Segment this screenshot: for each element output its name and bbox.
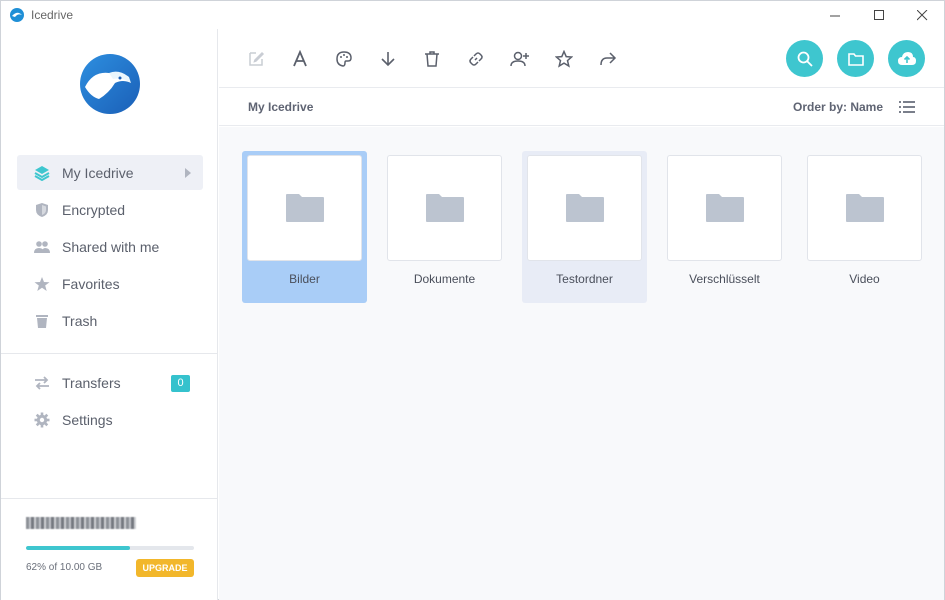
- link-button[interactable]: [465, 48, 487, 70]
- minimize-icon: [829, 15, 840, 16]
- search-icon: [797, 51, 813, 67]
- search-button[interactable]: [786, 40, 823, 77]
- download-button[interactable]: [377, 48, 399, 70]
- toolbar: [219, 29, 944, 88]
- sidebar-item-label: Encrypted: [62, 202, 126, 218]
- shield-icon: [36, 203, 48, 217]
- sidebar-item-label: My Icedrive: [62, 165, 134, 181]
- main-nav: My Icedrive Encrypted Shared with me Fav…: [17, 155, 203, 340]
- upload-icon: [897, 51, 916, 65]
- folder-tile[interactable]: Testordner: [522, 151, 647, 303]
- breadcrumb[interactable]: My Icedrive: [248, 100, 313, 114]
- download-icon: [381, 52, 395, 67]
- minimize-button[interactable]: [813, 1, 857, 29]
- add-user-button[interactable]: [509, 48, 531, 70]
- sidebar-item-my-icedrive[interactable]: My Icedrive: [17, 155, 203, 190]
- maximize-icon: [873, 9, 884, 20]
- new-folder-icon: [847, 52, 864, 66]
- account-email-redacted: [26, 517, 136, 531]
- sidebar-item-label: Settings: [62, 412, 113, 428]
- gear-icon: [34, 412, 50, 428]
- folder-thumbnail: [807, 155, 922, 261]
- folder-name: Dokumente: [413, 272, 476, 286]
- sidebar: My Icedrive Encrypted Shared with me Fav…: [1, 29, 218, 600]
- sidebar-item-favorites[interactable]: Favorites: [17, 266, 203, 301]
- folder-icon: [285, 194, 324, 222]
- storage-progress-bar: [26, 546, 194, 550]
- folder-thumbnail: [527, 155, 642, 261]
- delete-icon: [425, 51, 439, 67]
- folder-name: Bilder: [289, 272, 320, 286]
- color-button[interactable]: [333, 48, 355, 70]
- trash-icon: [36, 315, 48, 328]
- folder-tile[interactable]: Video: [802, 151, 927, 303]
- edit-icon: [249, 51, 265, 66]
- palette-icon: [336, 51, 352, 67]
- share-icon: [600, 52, 617, 66]
- link-icon: [469, 52, 483, 66]
- close-button[interactable]: [900, 1, 944, 29]
- path-bar: My Icedrive Order by: Name: [219, 89, 944, 126]
- redacted-text: [26, 517, 136, 529]
- folder-tile[interactable]: Bilder: [242, 151, 367, 303]
- rename-button[interactable]: [289, 48, 311, 70]
- folder-thumbnail: [247, 155, 362, 261]
- folder-thumbnail: [667, 155, 782, 261]
- sidebar-item-shared-with-me[interactable]: Shared with me: [17, 229, 203, 264]
- upload-button[interactable]: [888, 40, 925, 77]
- sidebar-item-settings[interactable]: Settings: [17, 402, 203, 437]
- edit-button[interactable]: [245, 48, 267, 70]
- list-view-icon[interactable]: [899, 100, 915, 114]
- add-user-icon: [510, 51, 529, 67]
- folder-icon: [425, 194, 464, 222]
- icedrive-logo: [80, 54, 140, 114]
- folder-name: Video: [849, 272, 880, 286]
- layers-icon: [34, 166, 50, 181]
- sidebar-divider: [1, 498, 217, 499]
- sidebar-item-label: Favorites: [62, 276, 120, 292]
- icedrive-app-icon: [10, 8, 24, 22]
- folder-tile[interactable]: Dokumente: [382, 151, 507, 303]
- sidebar-item-label: Trash: [62, 313, 98, 329]
- upgrade-button[interactable]: UPGRADE: [136, 559, 194, 577]
- window-title: Icedrive: [31, 8, 74, 22]
- folder-icon: [845, 194, 884, 222]
- sidebar-item-transfers[interactable]: Transfers 0: [17, 365, 203, 400]
- title-bar: Icedrive: [1, 1, 944, 29]
- transfer-icon: [35, 376, 49, 390]
- folder-name: Testordner: [556, 272, 613, 286]
- close-icon: [916, 9, 927, 20]
- storage-progress-fill: [26, 546, 131, 550]
- main-panel: My Icedrive Order by: Name Bilder Dokume…: [219, 29, 944, 600]
- users-icon: [34, 241, 50, 253]
- chevron-right-icon: [185, 168, 191, 178]
- folder-name: Verschlüsselt: [689, 272, 760, 286]
- sidebar-divider: [1, 353, 217, 354]
- sidebar-item-label: Shared with me: [62, 239, 160, 255]
- share-button[interactable]: [597, 48, 619, 70]
- folder-tile[interactable]: Verschlüsselt: [662, 151, 787, 303]
- sidebar-item-label: Transfers: [62, 375, 121, 391]
- star-icon: [34, 277, 50, 291]
- delete-button[interactable]: [421, 48, 443, 70]
- new-folder-button[interactable]: [837, 40, 874, 77]
- maximize-button[interactable]: [857, 1, 901, 29]
- app-window: Icedrive My Icedrive Encrypted Shared wi…: [0, 0, 945, 600]
- sidebar-item-trash[interactable]: Trash: [17, 303, 203, 338]
- favorite-button[interactable]: [553, 48, 575, 70]
- folder-thumbnail: [387, 155, 502, 261]
- favorite-icon: [555, 50, 573, 68]
- file-grid: Bilder Dokumente Testordner Verschlüssel…: [219, 127, 944, 600]
- secondary-nav: Transfers 0 Settings: [17, 365, 203, 439]
- rename-icon: [293, 50, 307, 67]
- folder-icon: [705, 194, 744, 222]
- storage-usage-text: 62% of 10.00 GB: [26, 562, 103, 573]
- order-by-dropdown[interactable]: Order by: Name: [793, 100, 883, 114]
- folder-icon: [565, 194, 604, 222]
- sidebar-item-encrypted[interactable]: Encrypted: [17, 192, 203, 227]
- transfers-count-badge: 0: [171, 375, 190, 392]
